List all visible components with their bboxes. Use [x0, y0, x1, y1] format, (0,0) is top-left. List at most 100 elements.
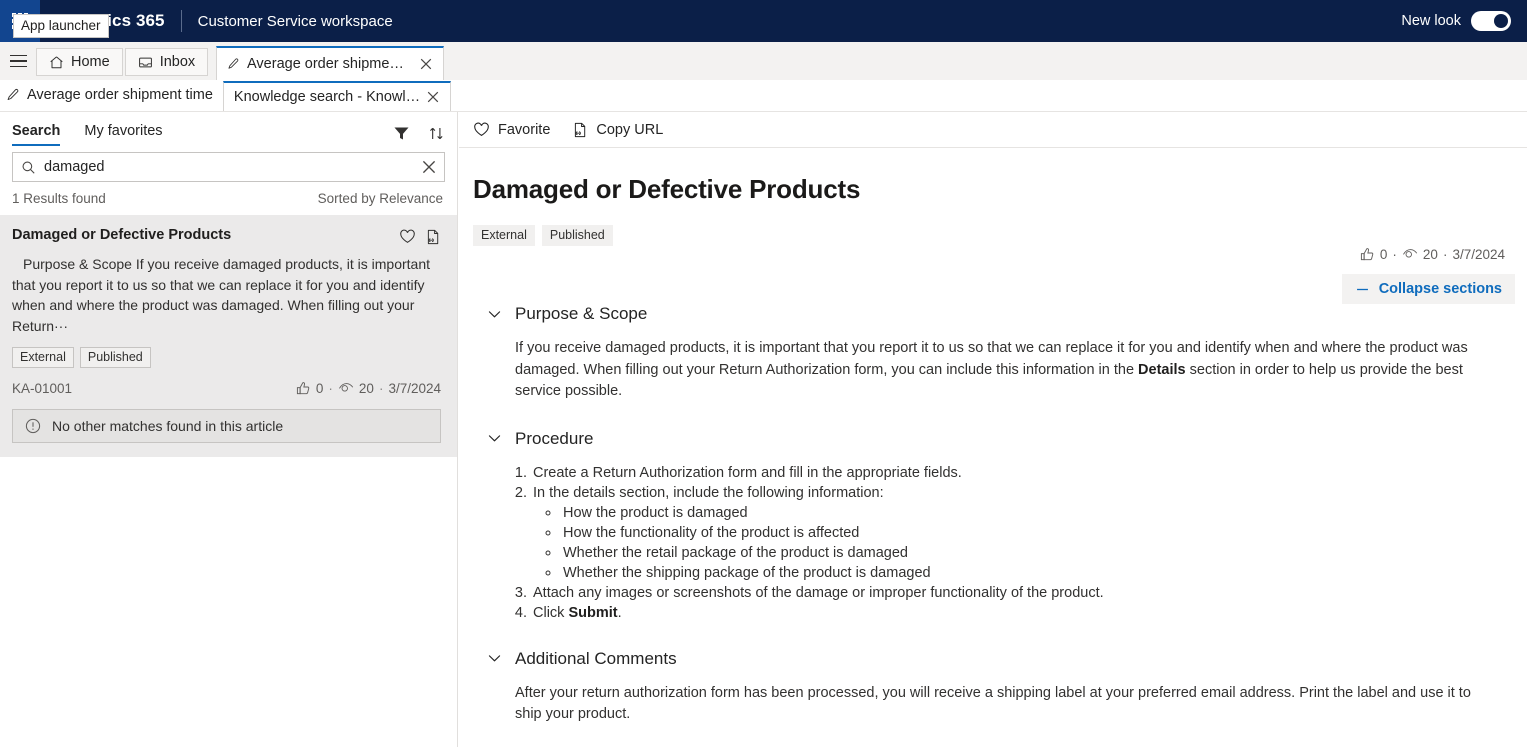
search-panel-tools	[393, 125, 445, 142]
search-box[interactable]	[12, 152, 445, 182]
paragraph: No restocking fee will be charged for ex…	[515, 744, 1493, 747]
app-title: Customer Service workspace	[197, 12, 393, 30]
article-likes-count: 0	[1379, 246, 1388, 262]
article-body: Damaged or Defective Products External P…	[459, 148, 1527, 747]
filter-icon[interactable]	[393, 125, 410, 142]
heart-icon	[474, 122, 489, 136]
result-actions	[399, 228, 441, 245]
home-button[interactable]: Home	[36, 48, 123, 76]
page-title: Damaged or Defective Products	[473, 174, 861, 204]
inbox-icon	[138, 57, 152, 67]
result-title[interactable]: Damaged or Defective Products	[12, 227, 399, 243]
app-launcher-tooltip: App launcher	[13, 14, 109, 38]
section-header-procedure[interactable]: Procedure	[473, 423, 1507, 455]
no-matches-label: No other matches found in this article	[52, 418, 284, 434]
thumbs-up-icon	[1360, 247, 1374, 260]
procedure-substeps: How the product is damaged How the funct…	[561, 503, 1493, 583]
article-number: KA-01001	[12, 380, 73, 396]
status-badge-external: External	[12, 347, 74, 368]
list-item: Click Submit.	[531, 603, 1493, 623]
chevron-down-icon	[488, 655, 501, 662]
search-result-card[interactable]: Damaged or Defective Products Purpose & …	[0, 215, 457, 457]
no-matches-notice: No other matches found in this article	[12, 409, 441, 443]
sorted-by-label[interactable]: Sorted by Relevance	[318, 191, 443, 206]
favorite-heart-icon[interactable]	[399, 228, 416, 245]
hamburger-menu-icon[interactable]	[0, 42, 36, 80]
collapse-sections-button[interactable]: Collapse sections	[1341, 274, 1515, 304]
subtab-session-title[interactable]: Average order shipment time	[0, 79, 223, 111]
article-badge-external: External	[473, 225, 535, 246]
subtab-knowledge-search[interactable]: Knowledge search - Knowled...	[222, 81, 451, 111]
nav-divider	[180, 10, 182, 32]
inbox-label: Inbox	[159, 54, 196, 70]
clear-search-icon[interactable]	[422, 160, 436, 174]
likes-count: 0	[315, 380, 324, 396]
section-title-additional-comments: Additional Comments	[515, 648, 677, 668]
copy-url-button[interactable]: Copy URL	[572, 122, 663, 138]
top-navigation-bar: Dynamics 365 Customer Service workspace …	[0, 0, 1527, 42]
paragraph: After your return authorization form has…	[515, 684, 1471, 723]
copy-url-label: Copy URL	[596, 121, 664, 138]
meta-separator-1: ·	[328, 380, 333, 396]
copy-url-icon	[575, 122, 586, 137]
result-title-row: Damaged or Defective Products	[12, 227, 441, 245]
list-item: Whether the shipping package of the prod…	[561, 563, 1493, 583]
meta-separator-2: ·	[378, 380, 384, 396]
session-tab-active[interactable]: Average order shipment ti...	[216, 46, 445, 80]
session-tab-close-icon[interactable]	[417, 55, 435, 73]
toggle-knob	[1494, 14, 1508, 28]
tab-search-label: Search	[12, 123, 61, 139]
collapse-sections-label: Collapse sections	[1378, 281, 1502, 297]
result-stats: 0 · 20 · 3/7/2024	[296, 380, 441, 396]
session-tab-label: Average order shipment ti...	[247, 56, 411, 72]
article-badge-published: Published	[541, 225, 613, 246]
section-content-purpose-scope: If you receive damaged products, it is i…	[473, 330, 1507, 407]
article-sections: Purpose & Scope If you receive damaged p…	[473, 298, 1507, 747]
result-meta-row: KA-01001 0 · 20 · 3/7/2024	[12, 380, 441, 396]
inbox-button[interactable]: Inbox	[124, 48, 209, 76]
subtab-knowledge-label: Knowledge search - Knowled...	[233, 89, 424, 105]
article-tags: External Published	[473, 225, 1507, 246]
list-item-label: In the details section, include the foll…	[533, 484, 884, 501]
chevron-down-icon	[488, 435, 501, 442]
minus-icon	[1356, 288, 1368, 290]
list-item: Create a Return Authorization form and f…	[531, 463, 1493, 483]
bold-details: Details	[1138, 361, 1186, 378]
section-title-purpose-scope: Purpose & Scope	[515, 304, 648, 323]
knowledge-search-panel: Search My favorites damaged 1 Results fo…	[0, 112, 458, 747]
new-look-label: New look	[1401, 13, 1461, 29]
subtab-close-icon[interactable]	[424, 88, 442, 106]
list-item: How the product is damaged	[561, 503, 1493, 523]
search-panel-tabs: Search My favorites	[0, 112, 457, 148]
list-item-period: .	[617, 604, 622, 621]
article-pane: Favorite Copy URL Damaged or Defective P…	[459, 112, 1527, 747]
section-additional-comments: Additional Comments After your return au…	[473, 643, 1507, 747]
list-item: Whether the retail package of the produc…	[561, 543, 1493, 563]
search-icon	[22, 161, 35, 174]
sort-icon[interactable]	[428, 125, 445, 142]
new-look-control[interactable]: New look	[1401, 11, 1511, 31]
views-count: 20	[358, 380, 374, 396]
tab-my-favorites[interactable]: My favorites	[84, 120, 162, 146]
modified-date: 3/7/2024	[388, 380, 441, 396]
search-input[interactable]	[44, 159, 422, 175]
article-stats: 0 · 20 · 3/7/2024	[1360, 246, 1505, 262]
home-label: Home	[71, 54, 110, 70]
paragraph: If you receive damaged products, it is i…	[515, 338, 1493, 403]
copy-url-icon[interactable]	[425, 229, 441, 245]
pen-icon	[228, 58, 239, 69]
sub-tab-bar: Average order shipment time Knowledge se…	[0, 80, 1527, 112]
section-header-additional-comments[interactable]: Additional Comments	[473, 643, 1507, 675]
favorite-button[interactable]: Favorite	[473, 121, 550, 138]
tab-search[interactable]: Search	[12, 120, 61, 146]
article-date: 3/7/2024	[1452, 246, 1505, 262]
status-badge-published: Published	[79, 347, 151, 368]
section-procedure: Procedure Create a Return Authorization …	[473, 423, 1507, 627]
new-look-toggle[interactable]	[1471, 11, 1511, 31]
thumbs-up-icon	[296, 381, 310, 394]
info-icon	[25, 418, 41, 434]
chevron-down-icon	[488, 310, 501, 317]
results-meta: 1 Results found Sorted by Relevance	[0, 182, 457, 215]
pen-icon	[7, 88, 19, 101]
article-meta-separator-2: ·	[1442, 246, 1448, 262]
